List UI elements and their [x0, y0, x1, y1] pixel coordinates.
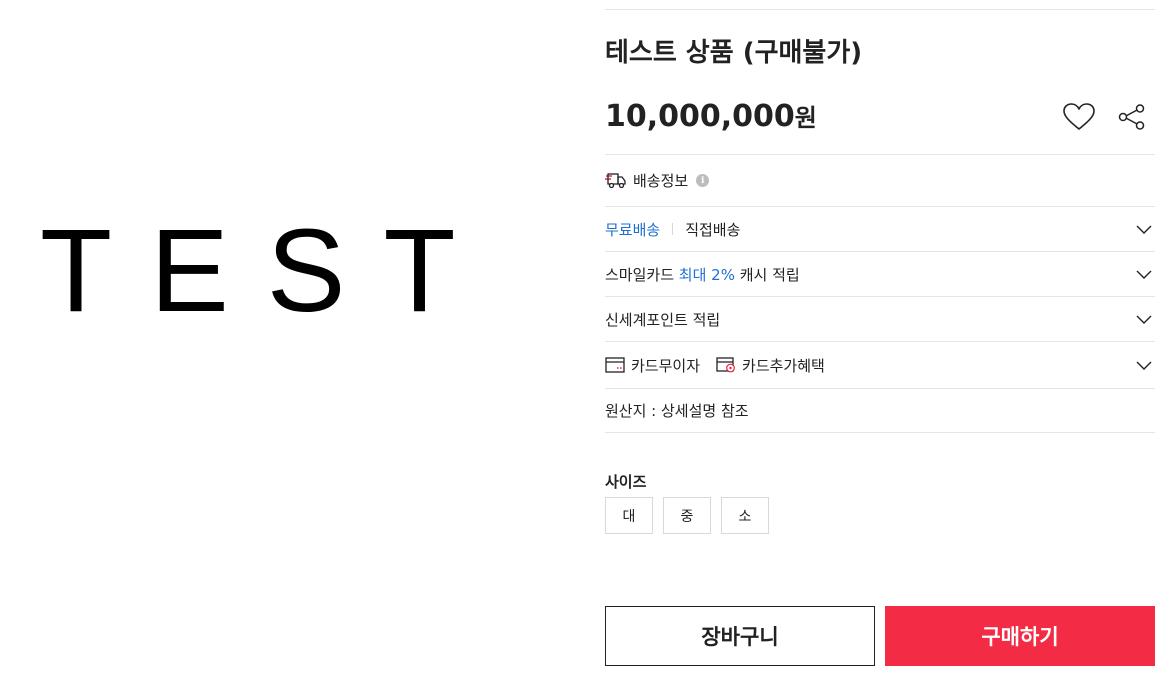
size-options: 대 중 소 — [605, 497, 769, 534]
info-icon[interactable]: i — [696, 174, 710, 187]
shipping-separator — [672, 223, 674, 235]
heart-icon — [1063, 103, 1095, 130]
points-label: 신세계포인트 적립 — [605, 310, 721, 329]
direct-shipping-label: 직접배송 — [685, 220, 741, 239]
delivery-truck-icon — [605, 172, 627, 189]
chevron-down-icon[interactable] — [1135, 356, 1153, 374]
points-row[interactable]: 신세계포인트 적립 — [605, 296, 1155, 341]
chevron-down-icon[interactable] — [1135, 220, 1153, 238]
delivery-info-row: 배송정보 i — [605, 154, 1155, 206]
card-icon — [605, 357, 625, 373]
product-info-panel: 테스트 상품 (구매불가) 10,000,000원 배송정보 i 무료배송 직접… — [605, 0, 1155, 684]
product-image-area: TEST — [0, 0, 570, 684]
price-unit: 원 — [794, 104, 817, 132]
price-number: 10,000,000 — [605, 99, 795, 134]
card-extra-benefit-label: 카드추가혜택 — [742, 356, 825, 375]
smilecard-row[interactable]: 스마일카드 최대 2% 캐시 적립 — [605, 251, 1155, 296]
size-option-small[interactable]: 소 — [721, 497, 769, 534]
origin-row: 원산지 : 상세설명 참조 — [605, 388, 1155, 433]
size-option-large[interactable]: 대 — [605, 497, 653, 534]
size-option-medium[interactable]: 중 — [663, 497, 711, 534]
card-benefit-icon — [716, 357, 736, 373]
share-button[interactable] — [1114, 99, 1150, 135]
smilecard-prefix: 스마일카드 — [605, 265, 679, 284]
origin-label: 원산지 : 상세설명 참조 — [605, 402, 749, 420]
chevron-down-icon[interactable] — [1135, 265, 1153, 283]
chevron-down-icon[interactable] — [1135, 310, 1153, 328]
product-image-text: TEST — [40, 205, 494, 337]
smilecard-highlight: 최대 2% — [678, 265, 735, 284]
add-to-cart-button[interactable]: 장바구니 — [605, 606, 875, 666]
card-benefit-row[interactable]: 카드무이자 카드추가혜택 — [605, 341, 1155, 388]
product-price: 10,000,000원 — [605, 96, 817, 142]
price-row: 10,000,000원 — [605, 96, 1155, 138]
card-installment-label: 카드무이자 — [631, 356, 701, 375]
share-icon — [1118, 104, 1145, 130]
buy-now-button[interactable]: 구매하기 — [885, 606, 1155, 666]
free-shipping-label: 무료배송 — [605, 220, 661, 239]
delivery-info-title: 배송정보 — [633, 172, 689, 190]
smilecard-suffix: 캐시 적립 — [734, 265, 800, 284]
top-divider — [605, 9, 1155, 10]
wishlist-button[interactable] — [1061, 99, 1097, 135]
shipping-row[interactable]: 무료배송 직접배송 — [605, 206, 1155, 251]
product-title: 테스트 상품 (구매불가) — [605, 38, 863, 68]
size-label: 사이즈 — [605, 473, 647, 491]
